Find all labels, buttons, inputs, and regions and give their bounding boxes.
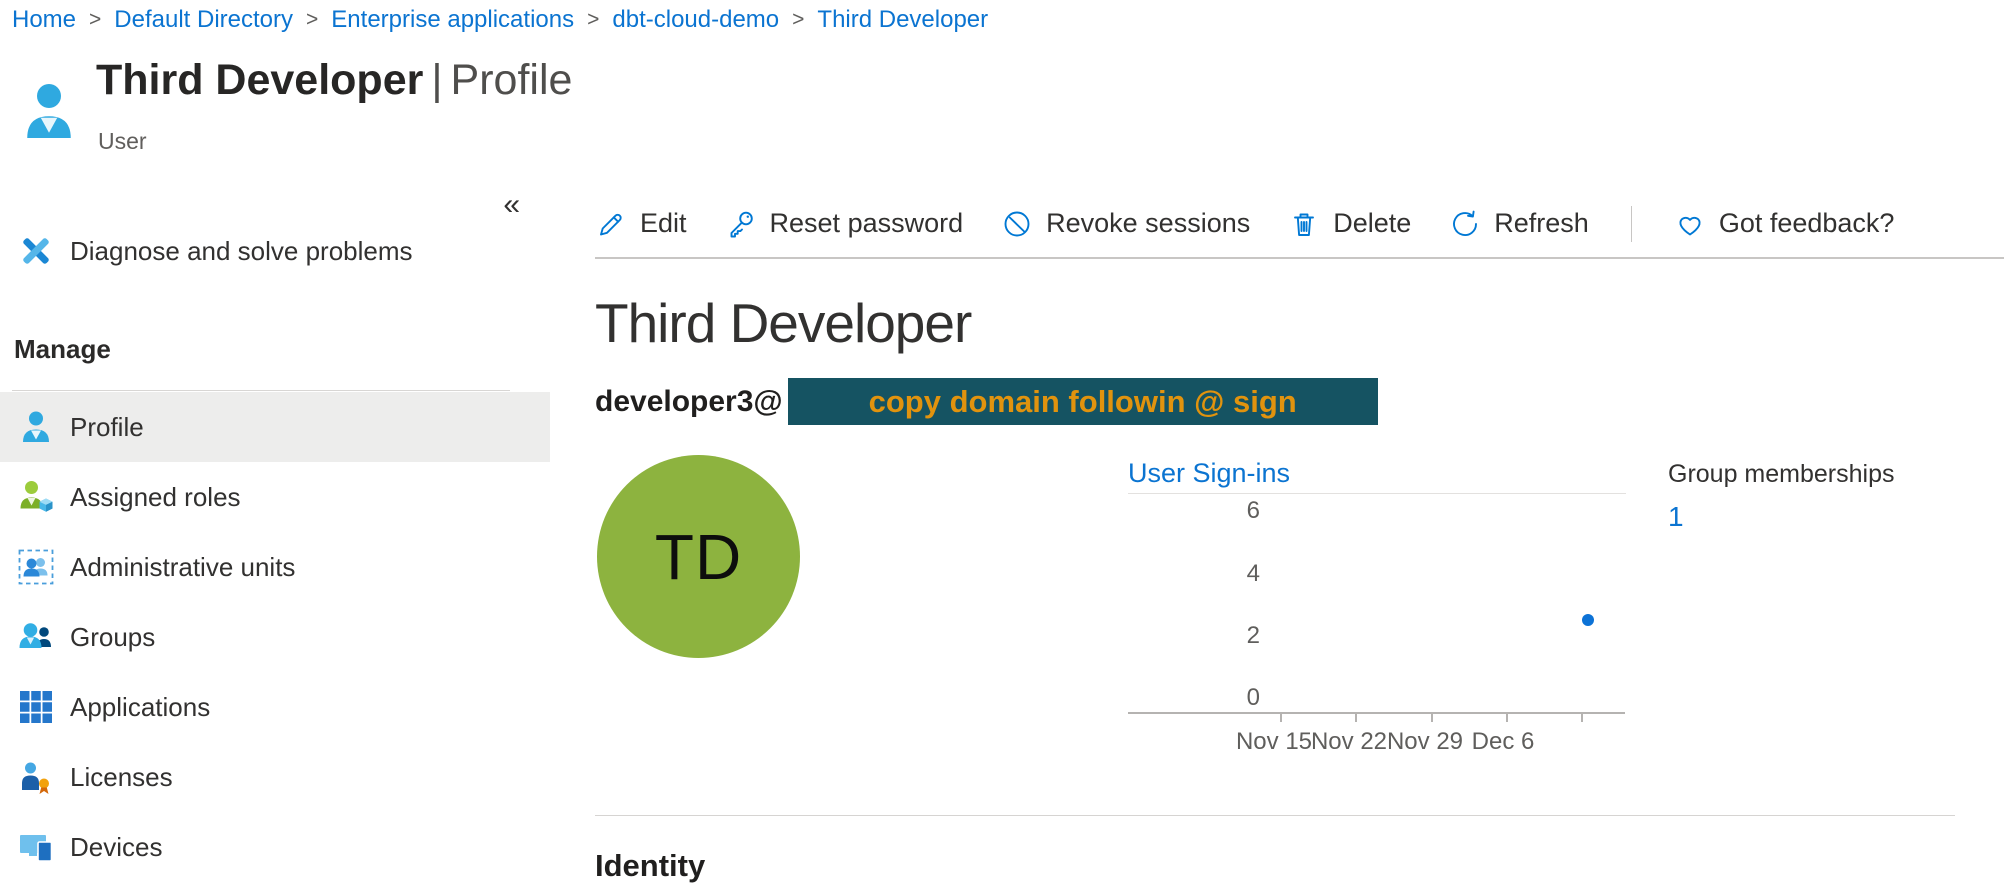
edit-button[interactable]: Edit [595, 208, 687, 240]
block-icon [1001, 208, 1033, 240]
user-display-name: Third Developer [595, 291, 971, 355]
y-tick-label: 2 [1228, 622, 1260, 650]
sidebar-item-label: Devices [70, 832, 162, 863]
revoke-sessions-button[interactable]: Revoke sessions [1001, 208, 1250, 240]
sidebar-nav: Profile Assigned roles [0, 392, 550, 882]
pencil-icon [595, 208, 627, 240]
sidebar: « Diagnose and solve problems Manage Pro… [0, 158, 550, 884]
x-axis-tick [1280, 714, 1282, 722]
domain-redaction-overlay: copy domain followin @ sign [788, 378, 1378, 425]
upn-prefix: developer3@ [595, 385, 783, 419]
sidebar-item-diagnose[interactable]: Diagnose and solve problems [0, 220, 550, 282]
sidebar-item-label: Assigned roles [70, 482, 241, 513]
reset-password-button[interactable]: Reset password [725, 208, 964, 240]
sidebar-item-label: Applications [70, 692, 210, 723]
person-icon [18, 409, 54, 445]
group-memberships-count-link[interactable]: 1 [1668, 501, 1684, 533]
breadcrumb-enterprise-applications[interactable]: Enterprise applications [331, 6, 574, 34]
refresh-button[interactable]: Refresh [1449, 208, 1589, 240]
trash-icon [1288, 208, 1320, 240]
y-tick-label: 0 [1228, 684, 1260, 712]
sidebar-divider [12, 390, 510, 391]
sidebar-item-label: Profile [70, 412, 144, 443]
licenses-icon [18, 759, 54, 795]
reset-password-button-label: Reset password [770, 208, 964, 239]
got-feedback-button-label: Got feedback? [1719, 208, 1895, 239]
section-divider [595, 815, 1955, 816]
command-bar: Edit Reset password Revoke sessions [595, 158, 2004, 259]
devices-icon [18, 829, 54, 865]
refresh-icon [1449, 208, 1481, 240]
sidebar-item-licenses[interactable]: Licenses [0, 742, 550, 812]
x-axis-tick [1355, 714, 1357, 722]
chart-divider [1128, 493, 1626, 494]
breadcrumb-separator-icon: > [791, 8, 805, 32]
sidebar-item-label: Administrative units [70, 552, 295, 583]
breadcrumb-separator-icon: > [88, 8, 102, 32]
user-principal-name: developer3@ copy domain followin @ sign [595, 378, 1378, 425]
x-axis-tick [1431, 714, 1433, 722]
sidebar-item-assigned-roles[interactable]: Assigned roles [0, 462, 550, 532]
heart-icon [1674, 208, 1706, 240]
page-subtitle: User [98, 128, 147, 155]
breadcrumb-home[interactable]: Home [12, 6, 76, 34]
identity-section-heading: Identity [595, 848, 705, 884]
x-axis-line [1128, 712, 1625, 714]
page-title-name: Third Developer [96, 56, 423, 104]
sign-in-data-point [1582, 614, 1594, 626]
sidebar-item-label: Licenses [70, 762, 173, 793]
y-tick-label: 4 [1228, 560, 1260, 588]
chart-title-link[interactable]: User Sign-ins [1128, 458, 1290, 489]
sidebar-item-administrative-units[interactable]: Administrative units [0, 532, 550, 602]
group-memberships: Group memberships 1 [1668, 460, 1894, 533]
breadcrumb: Home > Default Directory > Enterprise ap… [12, 6, 988, 34]
breadcrumb-separator-icon: > [586, 8, 600, 32]
groups-icon [18, 619, 54, 655]
breadcrumb-separator-icon: > [305, 8, 319, 32]
breadcrumb-dbt-cloud-demo[interactable]: dbt-cloud-demo [612, 6, 779, 34]
x-tick-label: Dec 6 [1453, 728, 1553, 756]
revoke-sessions-button-label: Revoke sessions [1046, 208, 1250, 239]
page-title-section: Profile [451, 56, 573, 104]
redaction-note: copy domain followin @ sign [869, 384, 1297, 420]
edit-button-label: Edit [640, 208, 687, 239]
sidebar-item-profile[interactable]: Profile [0, 392, 550, 462]
refresh-button-label: Refresh [1494, 208, 1589, 239]
avatar: TD [597, 455, 800, 658]
sidebar-item-applications[interactable]: Applications [0, 672, 550, 742]
diagnose-tools-icon [18, 233, 54, 269]
toolbar-separator [1631, 206, 1632, 242]
key-icon [725, 208, 757, 240]
x-axis-tick [1506, 714, 1508, 722]
user-avatar-icon [22, 80, 76, 142]
sidebar-item-devices[interactable]: Devices [0, 812, 550, 882]
delete-button[interactable]: Delete [1288, 208, 1411, 240]
group-memberships-label: Group memberships [1668, 460, 1894, 489]
applications-grid-icon [18, 689, 54, 725]
sidebar-item-groups[interactable]: Groups [0, 602, 550, 672]
user-sign-ins-chart: User Sign-ins 6 4 2 0 Nov 15 Nov 22 Nov … [1128, 458, 1628, 768]
breadcrumb-third-developer[interactable]: Third Developer [817, 6, 988, 34]
administrative-units-icon [18, 549, 54, 585]
page-title: Third Developer|Profile [96, 56, 572, 105]
azure-portal-user-profile-page: Home > Default Directory > Enterprise ap… [0, 0, 2004, 884]
page-title-separator: | [423, 56, 450, 104]
assigned-roles-icon [18, 479, 54, 515]
delete-button-label: Delete [1333, 208, 1411, 239]
breadcrumb-default-directory[interactable]: Default Directory [114, 6, 293, 34]
x-axis-tick [1581, 714, 1583, 722]
got-feedback-button[interactable]: Got feedback? [1674, 208, 1895, 240]
sidebar-item-label: Diagnose and solve problems [70, 236, 413, 267]
sidebar-collapse-button[interactable]: « [503, 190, 520, 220]
y-tick-label: 6 [1228, 497, 1260, 525]
main-content: Edit Reset password Revoke sessions [595, 158, 2004, 884]
sidebar-item-label: Groups [70, 622, 155, 653]
sidebar-section-header: Manage [14, 334, 111, 365]
